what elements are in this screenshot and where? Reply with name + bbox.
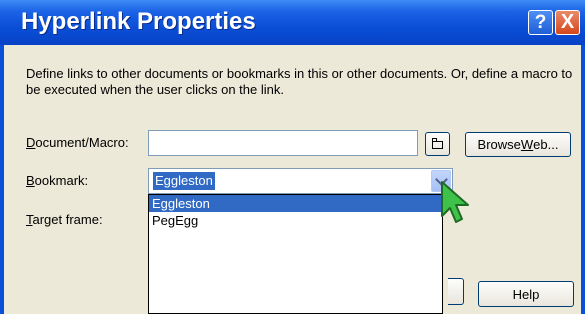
dropdown-option[interactable]: Eggleston bbox=[149, 195, 442, 212]
document-macro-label: Document/Macro: bbox=[26, 135, 129, 150]
title-close-button[interactable]: X bbox=[555, 10, 580, 35]
hyperlink-properties-dialog: Hyperlink Properties ? X Define links to… bbox=[0, 0, 585, 314]
help-button[interactable]: Help bbox=[478, 281, 574, 307]
browse-folder-button[interactable] bbox=[425, 132, 450, 156]
dropdown-option[interactable]: PegEgg bbox=[149, 212, 442, 229]
title-help-button[interactable]: ? bbox=[528, 10, 553, 35]
bookmark-combobox[interactable]: Eggleston bbox=[148, 168, 453, 194]
folder-icon bbox=[431, 138, 443, 149]
mouse-pointer-icon bbox=[441, 181, 469, 223]
bookmark-label: Bookmark: bbox=[26, 173, 89, 188]
title-bar[interactable]: Hyperlink Properties ? X bbox=[0, 0, 585, 45]
dialog-description: Define links to other documents or bookm… bbox=[26, 66, 573, 97]
browse-web-button[interactable]: Browse Web... bbox=[465, 132, 571, 157]
dialog-title: Hyperlink Properties bbox=[21, 8, 256, 35]
cancel-button[interactable] bbox=[448, 278, 464, 305]
bookmark-selected-value: Eggleston bbox=[153, 172, 215, 190]
bookmark-dropdown-list[interactable]: Eggleston PegEgg bbox=[148, 194, 443, 314]
document-macro-input[interactable] bbox=[148, 130, 418, 156]
target-frame-label: Target frame: bbox=[26, 212, 103, 227]
